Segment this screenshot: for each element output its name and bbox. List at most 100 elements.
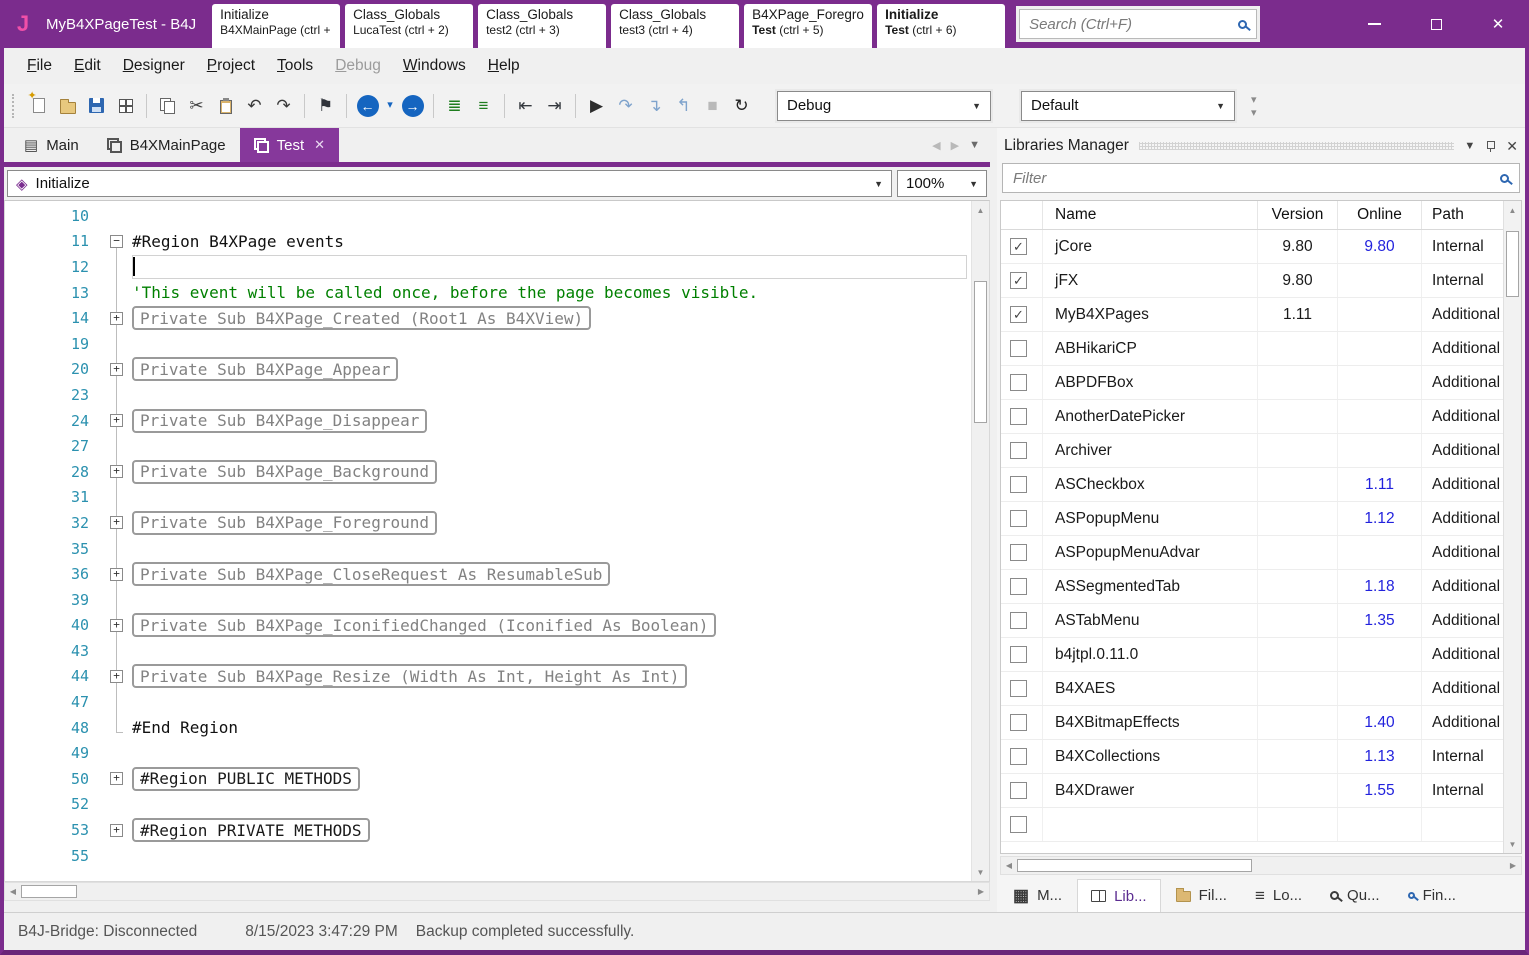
indent-icon[interactable]: ⇥ (541, 92, 568, 119)
fold-expand-icon[interactable]: + (110, 465, 123, 478)
library-row-abpdfbox[interactable]: ABPDFBoxAdditional (1001, 366, 1521, 400)
toolbar-grip[interactable] (12, 94, 18, 118)
fold-collapse-icon[interactable]: − (110, 235, 123, 248)
fold-expand-icon[interactable]: + (110, 568, 123, 581)
library-row-b4xbitmapeffects[interactable]: B4XBitmapEffects1.40Additional (1001, 706, 1521, 740)
editor-hscroll-thumb[interactable] (21, 885, 77, 898)
quick-tab-test-6[interactable]: InitializeTest (ctrl + 6) (877, 4, 1005, 48)
library-online-version[interactable]: 1.35 (1338, 604, 1422, 637)
library-filter-input[interactable]: Filter (1002, 163, 1520, 193)
library-checkbox[interactable] (1010, 612, 1027, 629)
library-online-version[interactable]: 1.40 (1338, 706, 1422, 739)
collapsed-sub[interactable]: Private Sub B4XPage_Foreground (132, 511, 437, 535)
code-line-39[interactable]: 39 (5, 587, 971, 613)
library-checkbox[interactable]: ✓ (1010, 272, 1027, 289)
libraries-hscroll-thumb[interactable] (1017, 859, 1252, 872)
code-line-52[interactable]: 52 (5, 792, 971, 818)
code-line-35[interactable]: 35 (5, 536, 971, 562)
menu-project[interactable]: Project (196, 53, 266, 79)
code-line-43[interactable]: 43 (5, 638, 971, 664)
comment-icon[interactable]: ≣ (441, 92, 468, 119)
column-header-online[interactable]: Online (1338, 201, 1422, 229)
code-line-14[interactable]: 14+Private Sub B4XPage_Created (Root1 As… (5, 305, 971, 331)
library-row-jcore[interactable]: ✓jCore9.809.80Internal (1001, 230, 1521, 264)
panel-tab-lib[interactable]: Lib... (1077, 879, 1161, 912)
search-box[interactable]: Search (Ctrl+F) (1019, 9, 1257, 39)
library-checkbox[interactable] (1010, 340, 1027, 357)
tab-list-dropdown-icon[interactable]: ▼ (969, 139, 980, 152)
code-line-27[interactable]: 27 (5, 433, 971, 459)
library-row-b4xaes[interactable]: B4XAESAdditional (1001, 672, 1521, 706)
library-checkbox[interactable] (1010, 442, 1027, 459)
libraries-vscroll-thumb[interactable] (1506, 231, 1519, 297)
undo-icon[interactable]: ↶ (241, 92, 268, 119)
panel-close-icon[interactable]: ✕ (1506, 138, 1518, 155)
fold-expand-icon[interactable]: + (110, 363, 123, 376)
code-lines[interactable]: 1011−#Region B4XPage events1213'This eve… (5, 201, 971, 881)
collapsed-region[interactable]: #Region PRIVATE METHODS (132, 818, 370, 842)
code-line-40[interactable]: 40+Private Sub B4XPage_IconifiedChanged … (5, 613, 971, 639)
fold-expand-icon[interactable]: + (110, 516, 123, 529)
collapsed-sub[interactable]: Private Sub B4XPage_Resize (Width As Int… (132, 664, 687, 688)
panel-tab-lo[interactable]: ≡Lo... (1242, 879, 1315, 912)
panel-menu-chevron-icon[interactable]: ▼ (1464, 140, 1475, 152)
library-checkbox[interactable] (1010, 510, 1027, 527)
scroll-right-icon[interactable]: ▶ (973, 887, 989, 896)
code-line-28[interactable]: 28+Private Sub B4XPage_Background (5, 459, 971, 485)
panel-tab-qu[interactable]: Qu... (1317, 879, 1393, 912)
panel-pin-icon[interactable] (1485, 140, 1496, 153)
column-header-version[interactable]: Version (1258, 201, 1338, 229)
library-checkbox[interactable] (1010, 680, 1027, 697)
panel-splitter[interactable] (990, 128, 997, 912)
editor-vscroll-thumb[interactable] (974, 281, 987, 423)
panel-tab-m[interactable]: ▦M... (1000, 879, 1075, 912)
scroll-down-icon[interactable]: ▼ (1504, 836, 1521, 852)
scroll-up-icon[interactable]: ▲ (1504, 202, 1521, 218)
libraries-vertical-scrollbar[interactable]: ▲ ▼ (1503, 201, 1521, 853)
code-line-55[interactable]: 55 (5, 843, 971, 869)
collapsed-sub[interactable]: Private Sub B4XPage_Appear (132, 357, 398, 381)
quick-tab-lucatest-2[interactable]: Class_GlobalsLucaTest (ctrl + 2) (345, 4, 473, 48)
library-online-version[interactable]: 9.80 (1338, 230, 1422, 263)
code-line-50[interactable]: 50+#Region PUBLIC METHODS (5, 766, 971, 792)
library-checkbox[interactable] (1010, 544, 1027, 561)
library-row-archiver[interactable]: ArchiverAdditional (1001, 434, 1521, 468)
maximize-button[interactable] (1405, 0, 1467, 48)
collapsed-sub[interactable]: Private Sub B4XPage_Background (132, 460, 437, 484)
tab-close-icon[interactable]: ✕ (314, 137, 325, 153)
library-checkbox[interactable] (1010, 374, 1027, 391)
redo-icon[interactable]: ↷ (270, 92, 297, 119)
editor-vertical-scrollbar[interactable]: ▲ ▼ (971, 201, 989, 881)
library-online-version[interactable]: 1.12 (1338, 502, 1422, 535)
library-row-abhikaricp[interactable]: ABHikariCPAdditional (1001, 332, 1521, 366)
code-line-31[interactable]: 31 (5, 485, 971, 511)
search-icon[interactable] (1238, 20, 1247, 29)
scroll-up-icon[interactable]: ▲ (972, 202, 989, 218)
column-header-name[interactable]: Name (1043, 201, 1258, 229)
code-line-32[interactable]: 32+Private Sub B4XPage_Foreground (5, 510, 971, 536)
stop-icon[interactable]: ■ (699, 92, 726, 119)
code-line-48[interactable]: 48#End Region (5, 715, 971, 741)
library-checkbox[interactable] (1010, 748, 1027, 765)
code-editor[interactable]: 1011−#Region B4XPage events1213'This eve… (4, 200, 990, 882)
step-out-icon[interactable]: ↰ (670, 92, 697, 119)
library-row-anotherdatepicker[interactable]: AnotherDatePickerAdditional (1001, 400, 1521, 434)
doc-tab-main[interactable]: ▤Main (10, 128, 93, 162)
library-checkbox[interactable] (1010, 714, 1027, 731)
library-checkbox[interactable] (1010, 816, 1027, 833)
doc-tab-b4xmainpage[interactable]: B4XMainPage (93, 128, 240, 162)
fold-expand-icon[interactable]: + (110, 619, 123, 632)
close-button[interactable]: ✕ (1467, 0, 1529, 48)
quick-tab-b4xmainpage-1[interactable]: InitializeB4XMainPage (ctrl + (212, 4, 340, 48)
outdent-icon[interactable]: ⇤ (512, 92, 539, 119)
library-row-ascheckbox[interactable]: ASCheckbox1.11Additional (1001, 468, 1521, 502)
library-checkbox[interactable]: ✓ (1010, 238, 1027, 255)
step-into-icon[interactable]: ↴ (641, 92, 668, 119)
doc-tab-test[interactable]: Test✕ (240, 128, 339, 162)
package-icon[interactable] (112, 92, 139, 119)
library-row[interactable] (1001, 808, 1521, 842)
code-line-49[interactable]: 49 (5, 740, 971, 766)
library-checkbox[interactable] (1010, 578, 1027, 595)
tab-scroll-right-icon[interactable]: ▶ (951, 139, 959, 152)
navigate-forward-icon[interactable]: → (399, 92, 426, 119)
